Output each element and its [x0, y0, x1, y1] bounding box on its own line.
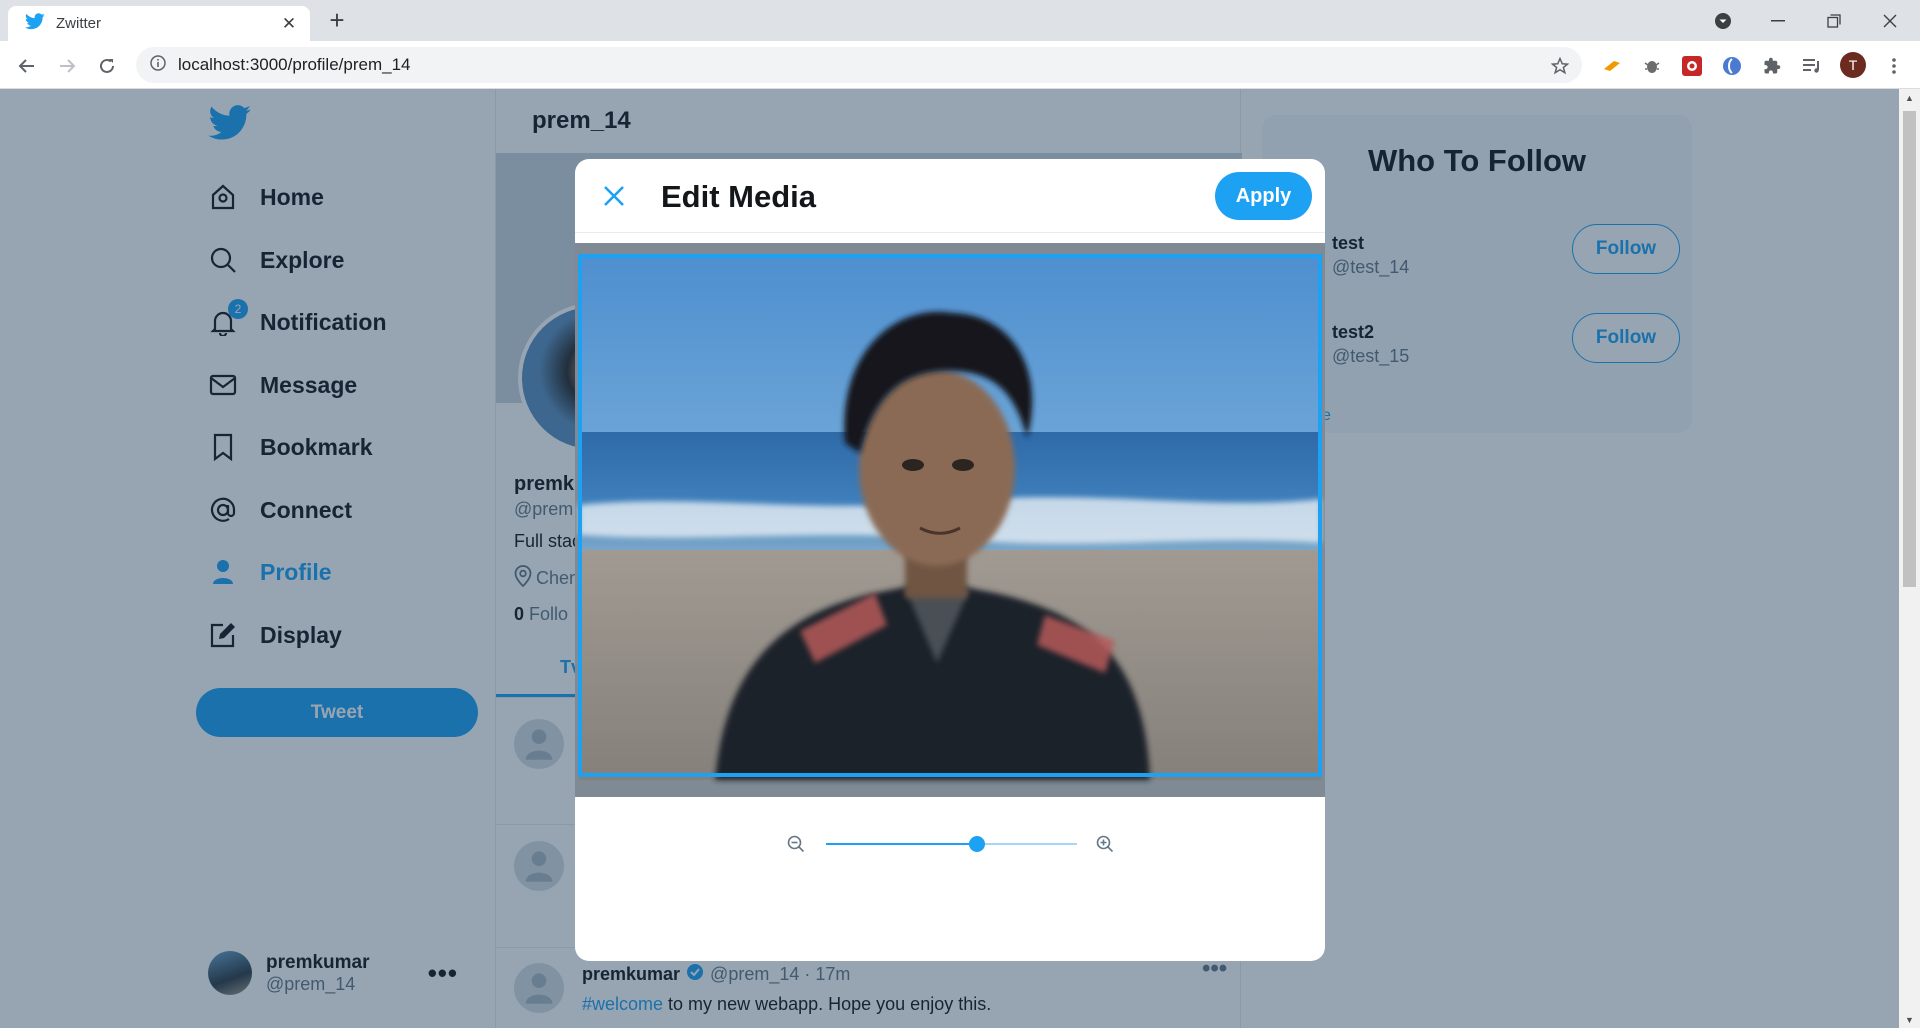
extension-blue-icon[interactable]: [1720, 54, 1744, 78]
profile-avatar[interactable]: T: [1840, 52, 1866, 78]
scroll-down-icon[interactable]: ▼: [1899, 1011, 1920, 1028]
extension-orange-icon[interactable]: [1600, 54, 1624, 78]
info-icon[interactable]: [150, 54, 166, 76]
browser-tab-strip: Zwitter ✕ +: [0, 0, 1920, 41]
reload-icon[interactable]: [92, 51, 122, 81]
crop-stage[interactable]: [575, 243, 1325, 797]
app-page: Home Explore 2 Notification Message Book…: [0, 89, 1899, 1028]
restore-button[interactable]: [1806, 0, 1862, 41]
zoom-slider-fill: [826, 843, 977, 845]
page-scrollbar[interactable]: ▲ ▼: [1899, 89, 1920, 1028]
puzzle-icon[interactable]: [1760, 54, 1784, 78]
close-window-button[interactable]: [1862, 0, 1918, 41]
forward-arrow-icon[interactable]: [52, 51, 82, 81]
close-icon[interactable]: [597, 179, 631, 213]
url-text: localhost:3000/profile/prem_14: [178, 55, 411, 74]
star-icon[interactable]: [1548, 54, 1572, 78]
tab-search-icon[interactable]: [1695, 0, 1751, 41]
back-arrow-icon[interactable]: [12, 51, 42, 81]
twitter-bird-icon: [25, 12, 45, 35]
zoom-out-icon[interactable]: [787, 835, 805, 858]
zoom-control: [787, 829, 1117, 859]
browser-toolbar: localhost:3000/profile/prem_14 T: [0, 41, 1920, 89]
close-tab-icon[interactable]: ✕: [278, 14, 300, 34]
minimize-button[interactable]: [1750, 0, 1806, 41]
tab-title: Zwitter: [56, 15, 101, 32]
apply-button[interactable]: Apply: [1215, 172, 1312, 220]
scroll-up-icon[interactable]: ▲: [1899, 89, 1920, 106]
bug-icon[interactable]: [1640, 54, 1664, 78]
zoom-slider[interactable]: [826, 836, 1077, 852]
dialog-title: Edit Media: [661, 179, 817, 214]
zoom-in-icon[interactable]: [1096, 835, 1114, 858]
extension-red-icon[interactable]: [1680, 54, 1704, 78]
address-bar[interactable]: localhost:3000/profile/prem_14: [136, 47, 1582, 83]
browser-tab[interactable]: Zwitter ✕: [8, 6, 310, 41]
menu-dots-icon[interactable]: [1882, 54, 1906, 78]
new-tab-button[interactable]: +: [322, 6, 352, 36]
dialog-header: Edit Media Apply: [575, 159, 1325, 233]
media-control-icon[interactable]: [1800, 54, 1824, 78]
crop-frame[interactable]: [578, 254, 1322, 777]
scrollbar-thumb[interactable]: [1903, 111, 1916, 587]
zoom-slider-thumb[interactable]: [968, 836, 985, 852]
edit-media-dialog: Edit Media Apply: [575, 159, 1325, 961]
